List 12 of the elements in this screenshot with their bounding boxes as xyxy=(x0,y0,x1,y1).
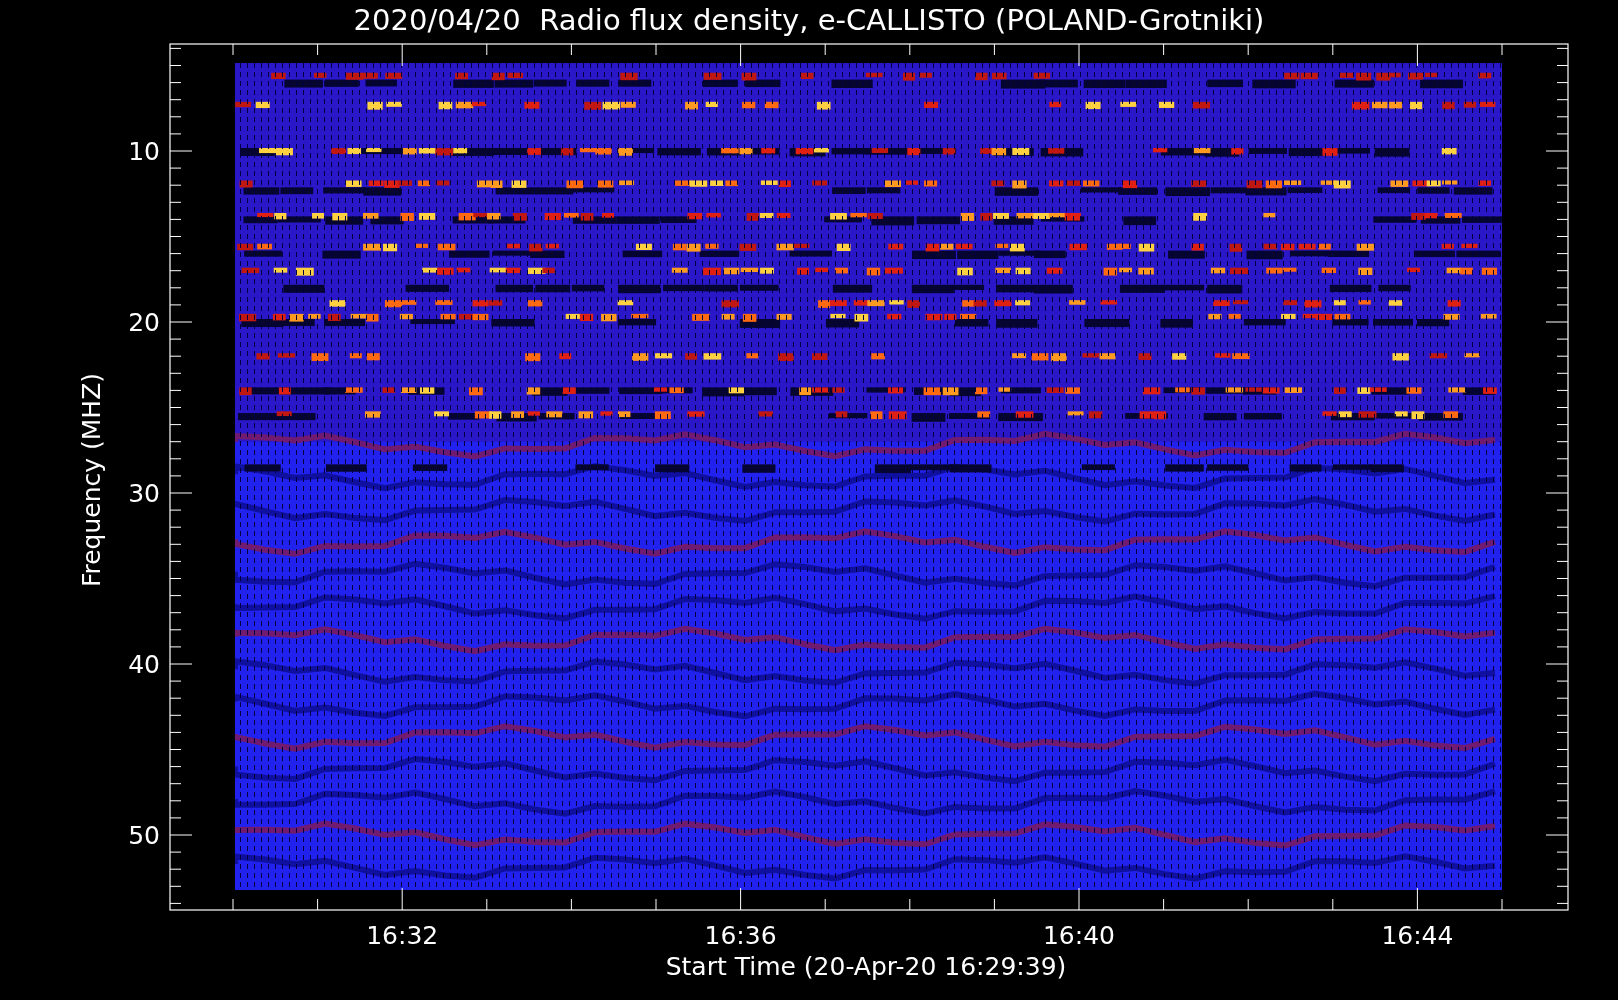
x-axis-title: Start Time (20-Apr-20 16:29:39) xyxy=(665,952,1067,981)
y-tick-label: 50 xyxy=(128,821,160,850)
x-tick-label: 16:36 xyxy=(704,921,777,950)
y-tick-label: 40 xyxy=(128,650,160,679)
y-tick-label: 20 xyxy=(128,308,160,337)
y-axis-title: Frequency (MHZ) xyxy=(77,372,106,588)
x-tick-label: 16:44 xyxy=(1381,921,1454,950)
chart-title: 2020/04/20 Radio flux density, e-CALLISTO (POLAND-Grotniki) xyxy=(353,3,1265,37)
y-tick-label: 30 xyxy=(128,479,160,508)
y-tick-label: 10 xyxy=(128,137,160,166)
x-tick-label: 16:40 xyxy=(1043,921,1115,950)
x-tick-label: 16:32 xyxy=(366,921,439,950)
